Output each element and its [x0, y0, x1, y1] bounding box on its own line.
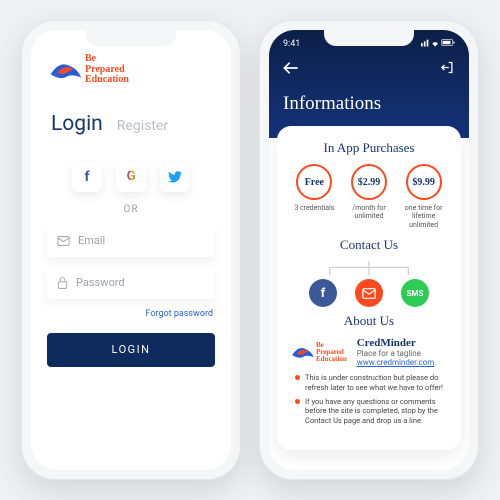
- about-brand-text: Be Prepared Education: [316, 342, 347, 363]
- price-option-monthly[interactable]: $2.99 /month for unlimited: [343, 164, 395, 229]
- or-divider: OR: [31, 204, 231, 215]
- facebook-login-button[interactable]: f: [72, 162, 102, 192]
- bird-icon: [49, 57, 83, 83]
- forgot-password-link[interactable]: Forgot password: [49, 309, 213, 319]
- bird-icon: [291, 343, 315, 361]
- section-about-title: About Us: [287, 313, 451, 329]
- info-screen: 9:41 Informations In App Purchases Free …: [269, 30, 469, 470]
- status-icons: [421, 38, 455, 50]
- about-name: CredMinder: [357, 337, 434, 349]
- auth-tabs: Login Register: [31, 86, 231, 152]
- twitter-login-button[interactable]: [160, 162, 190, 192]
- bullet-item: This is under construction but please do…: [293, 373, 445, 392]
- about-row: Be Prepared Education CredMinder Place f…: [287, 337, 451, 367]
- lock-icon: [57, 277, 68, 289]
- about-tagline: Place for a tagline: [357, 349, 434, 358]
- notch: [324, 30, 414, 46]
- back-button[interactable]: [283, 60, 299, 79]
- email-placeholder: Email: [78, 234, 105, 247]
- contact-row: f SMS: [287, 279, 451, 307]
- price-amount: Free: [296, 164, 332, 200]
- contact-tree-icon: [287, 261, 451, 277]
- social-login-row: f G: [31, 162, 231, 192]
- price-sub: /month for unlimited: [343, 204, 395, 221]
- status-time: 9:41: [283, 39, 300, 49]
- google-login-button[interactable]: G: [116, 162, 146, 192]
- section-purchases-title: In App Purchases: [287, 140, 451, 156]
- page-title: Informations: [283, 93, 455, 115]
- phone-login: Be Prepared Education Login Register f G…: [21, 20, 241, 480]
- bullet-item: If you have any questions or comments be…: [293, 397, 445, 425]
- price-amount: $9.99: [406, 164, 442, 200]
- tab-register[interactable]: Register: [117, 118, 168, 134]
- email-field[interactable]: Email: [47, 225, 215, 257]
- info-card: In App Purchases Free 3 credentials $2.9…: [277, 126, 461, 450]
- notch: [86, 30, 176, 46]
- phone-info: 9:41 Informations In App Purchases Free …: [259, 20, 479, 480]
- contact-email-button[interactable]: [355, 279, 383, 307]
- brand-text: Be Prepared Education: [85, 54, 129, 86]
- price-sub: 3 credentials: [288, 204, 340, 212]
- login-button[interactable]: LOGIN: [47, 333, 215, 367]
- price-options: Free 3 credentials $2.99 /month for unli…: [287, 164, 451, 229]
- mail-icon: [57, 236, 70, 246]
- password-field[interactable]: Password: [47, 267, 215, 299]
- price-amount: $2.99: [351, 164, 387, 200]
- tab-login[interactable]: Login: [51, 112, 103, 136]
- price-sub: one time for lifetime unlimited: [397, 204, 449, 229]
- logout-icon[interactable]: [440, 60, 455, 79]
- password-placeholder: Password: [76, 276, 125, 289]
- section-contact-title: Contact Us: [287, 237, 451, 253]
- about-link[interactable]: www.credminder.com: [357, 358, 434, 367]
- price-option-free[interactable]: Free 3 credentials: [288, 164, 340, 229]
- about-text: CredMinder Place for a tagline www.credm…: [357, 337, 434, 367]
- about-bullets: This is under construction but please do…: [287, 367, 451, 425]
- price-option-lifetime[interactable]: $9.99 one time for lifetime unlimited: [397, 164, 449, 229]
- about-logo: Be Prepared Education: [291, 337, 347, 367]
- contact-sms-button[interactable]: SMS: [401, 279, 429, 307]
- login-screen: Be Prepared Education Login Register f G…: [31, 30, 231, 470]
- info-header: 9:41 Informations: [269, 30, 469, 138]
- contact-facebook-button[interactable]: f: [309, 279, 337, 307]
